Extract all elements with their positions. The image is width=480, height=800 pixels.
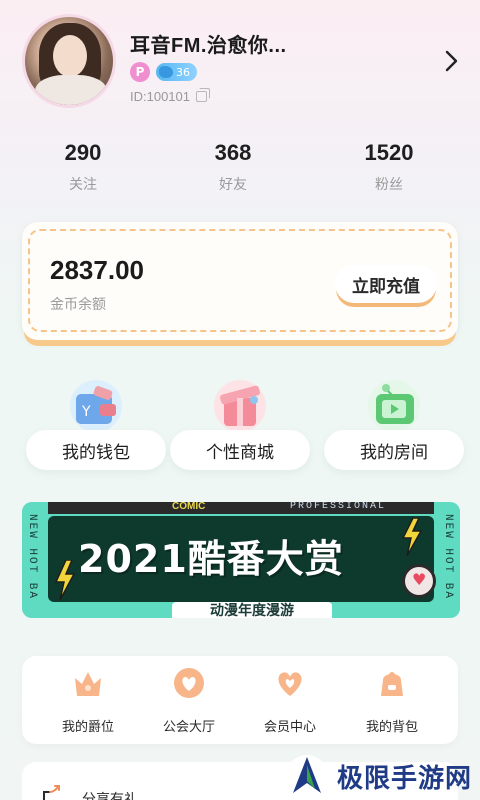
quick-link-label: 我的背包	[365, 720, 418, 735]
banner-side-text-right: NEW HOT BA	[442, 514, 454, 601]
gift-box-icon	[214, 380, 266, 432]
stat-label: 关注	[69, 177, 97, 193]
entry-my-wallet[interactable]: Y 我的钱包	[26, 378, 166, 478]
entry-shop[interactable]: 个性商城	[170, 378, 310, 478]
stat-label: 粉丝	[375, 177, 403, 193]
lightning-bolt-icon	[54, 560, 76, 600]
avatar[interactable]	[22, 14, 116, 108]
nickname: 耳音FM.治愈你...	[130, 35, 287, 57]
watermark-text: 极限手游网	[337, 763, 473, 794]
quick-link-label: 公会大厅	[162, 720, 215, 735]
heart-icon	[278, 672, 302, 696]
share-icon	[43, 785, 60, 800]
quick-link-label: 我的爵位	[61, 720, 114, 735]
stat-fans[interactable]: 1520 粉丝	[339, 140, 439, 194]
svg-text:Y: Y	[81, 404, 91, 420]
copy-icon[interactable]	[196, 88, 210, 102]
stat-value: 1520	[364, 140, 414, 165]
recharge-button[interactable]: 立即充值	[335, 265, 437, 303]
crown-icon	[75, 672, 101, 696]
banner-title: 2021酷番大赏	[78, 537, 344, 581]
share-label: 分享有礼	[82, 792, 138, 800]
quick-link-vip[interactable]: 会员中心	[240, 666, 340, 735]
stat-value: 368	[214, 140, 252, 165]
wallet-icon: Y	[70, 380, 122, 432]
entry-label: 我的钱包	[26, 430, 166, 470]
banner-side-text-left: NEW HOT BA	[26, 514, 38, 601]
lightning-bolt-icon	[401, 518, 423, 556]
banner-subtitle: 动漫年度漫游	[172, 602, 332, 618]
wing-icon	[159, 66, 173, 78]
level-value: 36	[176, 65, 190, 79]
guild-icon	[174, 668, 204, 698]
entry-label: 个性商城	[170, 430, 310, 470]
stat-value: 290	[64, 140, 102, 165]
user-id: ID:100101	[130, 88, 210, 104]
coin-balance-label: 金币余额	[50, 297, 106, 313]
bag-icon	[381, 672, 403, 696]
banner-comic-text: COMIC	[172, 502, 206, 512]
watermark-logo-icon	[286, 755, 328, 797]
entry-my-room[interactable]: 我的房间	[324, 378, 464, 478]
quick-link-rank[interactable]: 我的爵位	[38, 666, 138, 735]
quick-link-bag[interactable]: 我的背包	[342, 666, 442, 735]
stat-friends[interactable]: 368 好友	[183, 140, 283, 194]
site-watermark: 极限手游网	[285, 752, 480, 800]
quick-link-guild[interactable]: 公会大厅	[139, 666, 239, 735]
badge-row: P 36	[130, 62, 197, 82]
banner-professional-text: PROFESSIONAL	[290, 502, 387, 512]
promo-banner[interactable]: COMIC PROFESSIONAL NEW HOT BA NEW HOT BA…	[22, 502, 460, 618]
heart-disc-icon	[402, 564, 436, 598]
level-badge: 36	[156, 63, 197, 81]
wallet-card: 2837.00 金币余额 立即充值	[22, 222, 458, 340]
chevron-right-icon[interactable]	[440, 48, 462, 74]
coin-balance: 2837.00	[50, 255, 144, 285]
user-id-text: ID:100101	[130, 89, 190, 104]
entry-label: 我的房间	[324, 430, 464, 470]
quick-link-label: 会员中心	[263, 720, 316, 735]
profile-header[interactable]: 耳音FM.治愈你... P 36 ID:100101	[0, 0, 480, 125]
p-badge-icon: P	[130, 62, 150, 82]
tv-icon	[368, 380, 420, 432]
stat-following[interactable]: 290 关注	[33, 140, 133, 194]
quick-links-card: 我的爵位 公会大厅 会员中心 我的背包	[22, 656, 458, 744]
stat-label: 好友	[219, 177, 247, 193]
